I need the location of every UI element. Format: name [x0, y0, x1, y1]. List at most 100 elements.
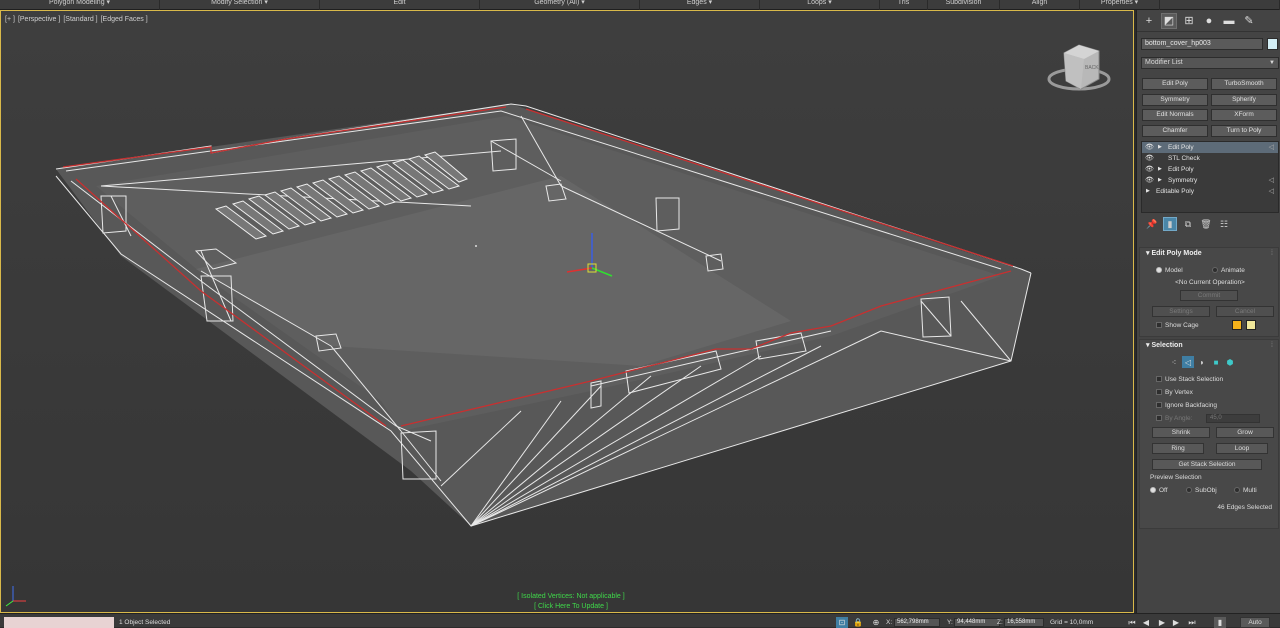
preview-subobj-radio[interactable]: SubObj — [1186, 486, 1217, 495]
modifier-button-symmetry[interactable]: Symmetry — [1142, 93, 1208, 106]
polygon-mode-icon[interactable]: ■ — [1210, 356, 1222, 368]
stack-item[interactable]: 👁 ▶ Edit Poly ◁ — [1142, 142, 1278, 153]
ribbon-tab-9[interactable]: Properties ▾ — [1080, 0, 1160, 10]
ribbon-tab-1[interactable]: Modify Selection ▾ — [160, 0, 320, 10]
viewport-shading-standard[interactable]: [Standard ] — [63, 16, 97, 23]
model-radio[interactable]: Model — [1156, 266, 1183, 275]
motion-icon[interactable]: ● — [1201, 13, 1217, 29]
settings-button[interactable]: Settings — [1152, 306, 1210, 317]
cancel-button[interactable]: Cancel — [1216, 306, 1274, 317]
goto-start-icon[interactable]: ⏮ — [1126, 617, 1138, 628]
goto-end-icon[interactable]: ⏭ — [1186, 617, 1198, 628]
by-angle-checkbox[interactable]: By Angle: — [1156, 414, 1192, 423]
viewport-menu-plus[interactable]: [+ ] — [5, 16, 15, 23]
z-coordinate-field[interactable]: 16,558mm — [1004, 618, 1044, 627]
modifier-stack: 👁 ▶ Edit Poly ◁ 👁 STL Check 👁 ▶ Edit Poly 👁 ▶ Symme… — [1141, 141, 1279, 213]
modifier-button-spherify[interactable]: Spherify — [1211, 93, 1277, 106]
ring-button[interactable]: Ring — [1152, 443, 1204, 454]
angle-spinner[interactable]: 45,0 — [1206, 414, 1260, 423]
maxscript-listener[interactable] — [4, 617, 114, 628]
modifier-list-dropdown[interactable]: Modifier List ▼ — [1141, 57, 1279, 69]
iso-update-link[interactable]: [ Click Here To Update ] — [441, 602, 701, 612]
loop-button[interactable]: Loop — [1216, 443, 1268, 454]
x-coordinate-field[interactable]: 562,798mm — [894, 618, 940, 627]
preview-off-radio[interactable]: Off — [1150, 486, 1168, 495]
expand-arrow-icon[interactable]: ▶ — [1158, 164, 1162, 175]
modifier-button-chamfer[interactable]: Chamfer — [1142, 124, 1208, 137]
animate-radio[interactable]: Animate — [1212, 266, 1245, 275]
edit-poly-mode-header[interactable]: ▾ Edit Poly Mode ⁞ — [1140, 248, 1278, 260]
visibility-eye-icon[interactable]: 👁 — [1145, 153, 1154, 164]
prev-frame-icon[interactable]: ◀ — [1140, 617, 1152, 628]
shrink-button[interactable]: Shrink — [1152, 427, 1210, 438]
ribbon-tab-5[interactable]: Loops ▾ — [760, 0, 880, 10]
viewport-display-mode[interactable]: [Edged Faces ] — [101, 16, 148, 23]
preview-multi-radio[interactable]: Multi — [1234, 486, 1257, 495]
play-icon[interactable]: ▶ — [1156, 617, 1168, 628]
ribbon-tab-0[interactable]: Polygon Modeling ▾ — [0, 0, 160, 10]
by-vertex-checkbox[interactable]: By Vertex — [1156, 388, 1193, 397]
edit-poly-mode-rollout: ▾ Edit Poly Mode ⁞ Model Animate <No Curr… — [1139, 247, 1279, 337]
expand-arrow-icon[interactable]: ▶ — [1146, 186, 1150, 197]
use-stack-selection-checkbox[interactable]: Use Stack Selection — [1156, 375, 1223, 384]
remove-modifier-icon[interactable]: 🗑 — [1199, 217, 1213, 231]
stack-item[interactable]: 👁 ▶ Symmetry ◁ — [1142, 175, 1278, 186]
modifier-button-turn-to-poly[interactable]: Turn to Poly — [1211, 124, 1277, 137]
modifier-button-turbosmooth[interactable]: TurboSmooth — [1211, 78, 1277, 90]
selection-header[interactable]: ▾ Selection ⁞ — [1140, 340, 1278, 352]
show-cage-checkbox[interactable]: Show Cage — [1156, 321, 1199, 330]
modify-icon[interactable]: ◩ — [1161, 12, 1177, 29]
show-end-result-icon[interactable]: ▮ — [1163, 217, 1177, 231]
next-frame-icon[interactable]: ▶ — [1170, 617, 1182, 628]
ignore-backfacing-checkbox[interactable]: Ignore Backfacing — [1156, 401, 1217, 410]
object-name-field[interactable]: bottom_cover_hp003 — [1141, 38, 1263, 50]
ribbon-tab-2[interactable]: Edit — [320, 0, 480, 10]
cage-color-swatch-2[interactable] — [1246, 320, 1256, 330]
ribbon-tab-6[interactable]: Tris — [880, 0, 928, 10]
display-icon[interactable]: ▬ — [1221, 13, 1237, 29]
visibility-eye-icon[interactable]: 👁 — [1145, 142, 1154, 153]
grow-button[interactable]: Grow — [1216, 427, 1274, 438]
ribbon-tab-8[interactable]: Align — [1000, 0, 1080, 10]
grid-size-text: Grid = 10,0mm — [1050, 619, 1094, 626]
modifier-button-xform[interactable]: XForm — [1211, 109, 1277, 121]
ribbon-tab-7[interactable]: Subdivision — [928, 0, 1000, 10]
border-mode-icon[interactable]: ◗ — [1196, 356, 1208, 368]
ribbon-tab-4[interactable]: Edges ▾ — [640, 0, 760, 10]
configure-sets-icon[interactable]: ☷ — [1217, 217, 1231, 231]
object-color-swatch[interactable] — [1267, 38, 1278, 50]
stack-item[interactable]: 👁 STL Check — [1142, 153, 1278, 164]
y-coordinate-field[interactable]: 94,448mm — [954, 618, 1000, 627]
make-unique-icon[interactable]: ⧉ — [1181, 217, 1195, 231]
viewport-perspective[interactable]: BACK [+ ] [Perspective ] [Standard ] [Edged… — [0, 10, 1134, 613]
cage-color-swatch-1[interactable] — [1232, 320, 1242, 330]
visibility-eye-icon[interactable]: 👁 — [1145, 175, 1154, 186]
stack-item[interactable]: ▶ Editable Poly ◁ — [1142, 186, 1278, 197]
expand-arrow-icon[interactable]: ▶ — [1158, 175, 1162, 186]
element-mode-icon[interactable]: ⬢ — [1224, 356, 1236, 368]
create-icon[interactable]: + — [1141, 13, 1157, 29]
stack-item[interactable]: 👁 ▶ Edit Poly — [1142, 164, 1278, 175]
ribbon-tab-3[interactable]: Geometry (All) ▾ — [480, 0, 640, 10]
vertex-mode-icon[interactable]: ⁖ — [1168, 356, 1180, 368]
commit-button[interactable]: Commit — [1180, 290, 1238, 301]
viewport-pov[interactable]: [Perspective ] — [18, 16, 60, 23]
modifier-button-edit-normals[interactable]: Edit Normals — [1142, 109, 1208, 121]
key-mode-icon[interactable]: ▮ — [1214, 617, 1226, 628]
utilities-icon[interactable]: ✎ — [1241, 13, 1257, 29]
lock-selection-icon[interactable]: 🔒 — [852, 617, 864, 628]
absolute-mode-icon[interactable]: ⊕ — [870, 617, 882, 628]
ribbon-tab-10[interactable] — [1160, 0, 1280, 10]
modifier-button-edit-poly[interactable]: Edit Poly — [1142, 78, 1208, 90]
hierarchy-icon[interactable]: ⊞ — [1181, 13, 1197, 29]
expand-arrow-icon[interactable]: ▶ — [1158, 142, 1162, 153]
viewport-label[interactable]: [+ ] [Perspective ] [Standard ] [Edged Face… — [5, 16, 151, 23]
mesh-render[interactable]: BACK — [1, 11, 1134, 613]
auto-key-button[interactable]: Auto — [1240, 617, 1270, 628]
isolate-toggle-icon[interactable]: ⊡ — [836, 617, 848, 628]
pin-stack-icon[interactable]: 📌 — [1145, 217, 1159, 231]
edge-mode-icon[interactable]: ◁ — [1182, 356, 1194, 368]
get-stack-selection-button[interactable]: Get Stack Selection — [1152, 459, 1262, 470]
visibility-eye-icon[interactable]: 👁 — [1145, 164, 1154, 175]
isolated-vertices-message[interactable]: [ Isolated Vertices: Not applicable ] [ … — [441, 592, 701, 612]
